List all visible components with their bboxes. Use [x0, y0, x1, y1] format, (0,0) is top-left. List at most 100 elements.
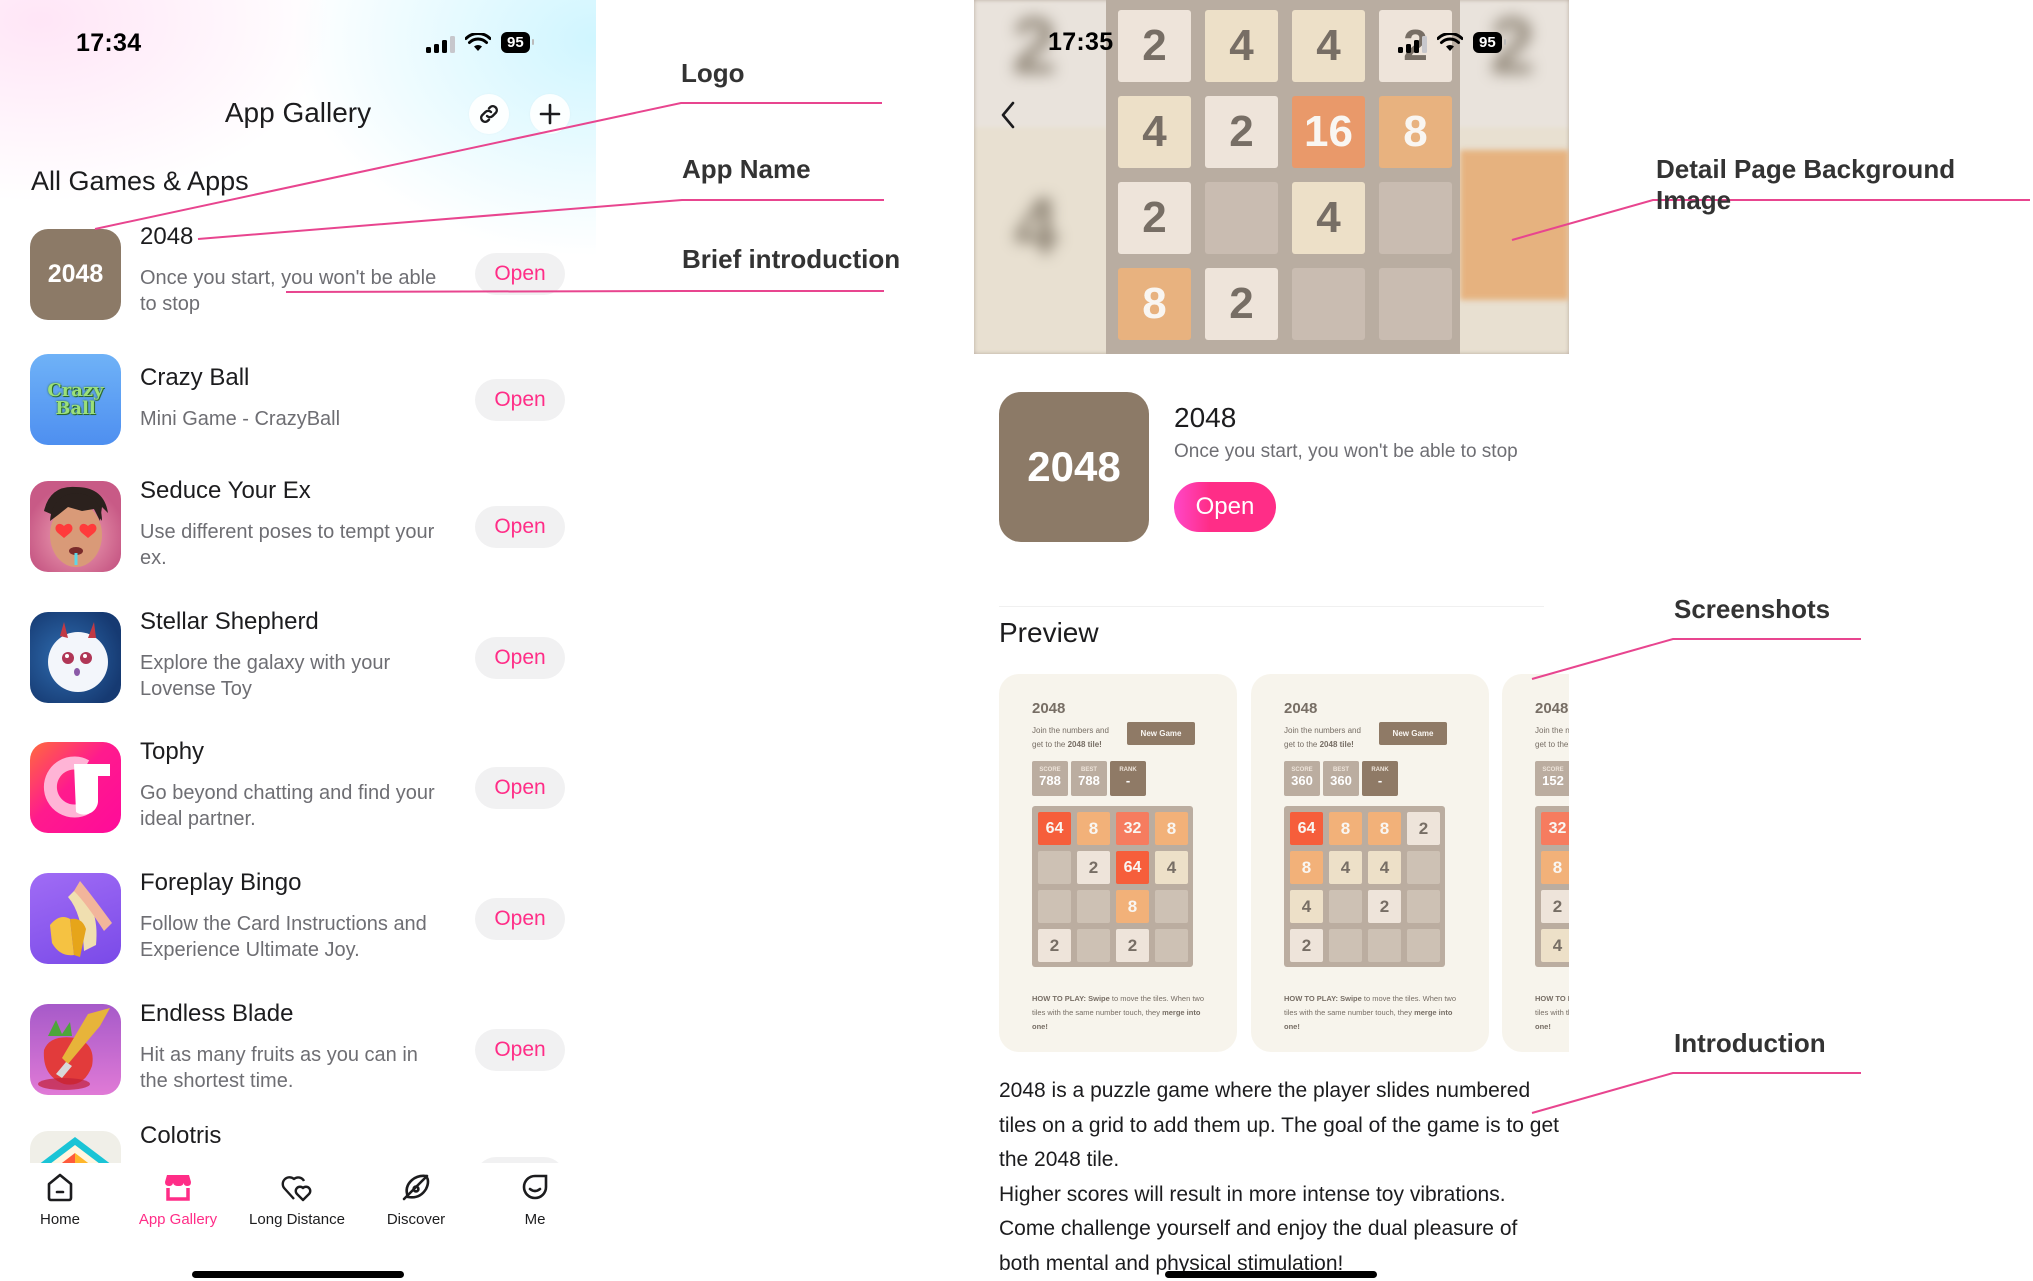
app-logo: 2048 [999, 392, 1149, 542]
tab-me[interactable]: Me [475, 1171, 595, 1228]
intro-paragraph: Higher scores will result in more intens… [999, 1182, 1518, 1275]
seduce-your-ex-logo-icon [30, 481, 121, 572]
store-icon [165, 1175, 191, 1201]
board-tile: 4 [1205, 10, 1278, 82]
list-item[interactable]: Crazy Ball Crazy Ball Mini Game - CrazyBa… [0, 354, 596, 474]
open-button[interactable]: Open [475, 253, 565, 295]
screenshot-card[interactable]: 2048 Join the numbers and get to the 204… [999, 674, 1237, 1052]
open-button[interactable]: Open [475, 637, 565, 679]
board-tile [1379, 268, 1452, 340]
best-box: BEST 360 [1323, 761, 1359, 796]
me-icon [522, 1174, 548, 1200]
board-tile [1379, 182, 1452, 254]
tab-app-gallery[interactable]: App Gallery [118, 1171, 238, 1228]
app-description: Go beyond chatting and find your ideal p… [140, 782, 435, 830]
2048-logo-icon: 2048 [30, 229, 121, 320]
list-item[interactable]: 2048 2048 Once you start, you won't be a… [0, 223, 596, 349]
screenshot-board: 64 8 8 2 8 4 4 4 2 2 [1284, 806, 1445, 967]
screenshot-title: 2048 [1284, 700, 1318, 717]
rank-value: - [1377, 773, 1383, 788]
score-value: 360 [1291, 773, 1313, 788]
howto-bold: Swipe [1340, 994, 1362, 1003]
introduction: 2048 is a puzzle game where the player s… [999, 1074, 1559, 1281]
open-button[interactable]: Open [475, 1029, 565, 1071]
screenshot-subtitle: Join the numbers and get to the 2048 til… [1284, 724, 1374, 752]
best-value: 360 [1330, 773, 1352, 788]
board-tile: 8 [1155, 812, 1188, 845]
screenshot-carousel[interactable]: 2048 Join the numbers and get to the 204… [999, 674, 1569, 1054]
score-value: 788 [1039, 773, 1061, 788]
open-button[interactable]: Open [475, 379, 565, 421]
annotation-line-screenshots [1531, 638, 1861, 680]
battery-icon: 95 [501, 32, 534, 53]
open-button[interactable]: Open [475, 767, 565, 809]
rank-value: - [1125, 773, 1131, 788]
board-tile: 2 [1290, 929, 1323, 962]
status-time: 17:34 [76, 29, 142, 57]
list-item[interactable]: Foreplay Bingo Follow the Card Instructi… [0, 869, 596, 993]
app-detail-screen: 2 4 2 2442421682482 17:35 95 2048 2048 O… [974, 0, 1569, 1281]
app-name: Tophy [140, 738, 205, 765]
screenshot-card[interactable]: 2048 Join the numbers and get to the 204… [1502, 674, 1569, 1052]
tab-long-distance[interactable]: Long Distance [237, 1171, 357, 1228]
board-tile: 8 [1379, 96, 1452, 168]
logo-text: Crazy Ball [47, 379, 104, 419]
app-name: Foreplay Bingo [140, 869, 302, 896]
board-tile: 2 [1118, 182, 1191, 254]
share-link-button[interactable] [469, 94, 509, 134]
screenshot-card[interactable]: 2048 Join the numbers and get to the 204… [1251, 674, 1489, 1052]
list-item[interactable]: Colotris Open [0, 1126, 596, 1163]
tab-discover[interactable]: Discover [356, 1171, 476, 1228]
board-tile: 32 [1116, 812, 1149, 845]
app-name: Crazy Ball [140, 364, 250, 391]
board-tile: 4 [1541, 929, 1569, 962]
board-tile [1407, 890, 1440, 923]
howto-heading: HOW TO PLAY: [1535, 994, 1569, 1003]
wifi-icon [465, 32, 491, 51]
intro-paragraph: 2048 is a puzzle game where the player s… [999, 1079, 1559, 1171]
how-to-play: HOW TO PLAY: Swipe to move the tiles. Wh… [1032, 992, 1212, 1034]
app-gallery-screen: 17:34 95 App Gallery All Games & Apps 20… [0, 0, 596, 1281]
app-description: Once you start, you won't be able to sto… [1174, 441, 1518, 462]
open-button[interactable]: Open [475, 898, 565, 940]
board-tile: 16 [1292, 96, 1365, 168]
board-tile [1038, 890, 1071, 923]
foreplay-bingo-logo-icon [30, 873, 121, 964]
best-value: 788 [1078, 773, 1100, 788]
wifi-icon [1437, 32, 1463, 51]
board-tile: 4 [1292, 10, 1365, 82]
board-tile [1155, 929, 1188, 962]
board-tile [1407, 851, 1440, 884]
crazy-ball-logo-icon: Crazy Ball [30, 354, 121, 445]
tophy-logo-icon [30, 742, 121, 833]
board-tile [1205, 182, 1278, 254]
annotation-label-screenshots: Screenshots [1674, 594, 1831, 624]
list-item[interactable]: Stellar Shepherd Explore the galaxy with… [0, 608, 596, 732]
list-item[interactable]: Endless Blade Hit as many fruits as you … [0, 1000, 596, 1124]
board-tile: 2 [1116, 929, 1149, 962]
list-item[interactable]: Tophy Go beyond chatting and find your i… [0, 738, 596, 862]
colotris-glyph [40, 1137, 110, 1163]
tab-label: Long Distance [249, 1211, 345, 1228]
home-indicator [192, 1271, 404, 1278]
tab-home[interactable]: Home [0, 1171, 120, 1228]
game-board-image: 2442421682482 [1106, 0, 1460, 354]
status-icons: 95 [1398, 32, 1506, 53]
tab-label: Me [524, 1211, 546, 1228]
board-tile: 4 [1118, 96, 1191, 168]
board-tile [1077, 890, 1110, 923]
open-button[interactable]: Open [1174, 482, 1276, 532]
subtitle-bold: 2048 tile! [1319, 740, 1354, 749]
open-button[interactable]: Open [475, 506, 565, 548]
home-indicator [1165, 1271, 1377, 1278]
logo-text: 2048 [47, 260, 104, 288]
endless-blade-logo-icon [30, 1004, 121, 1095]
board-tile: 8 [1541, 851, 1569, 884]
app-name: Seduce Your Ex [140, 477, 311, 504]
subtitle-bold: 2048 tile! [1067, 740, 1102, 749]
list-item[interactable]: Seduce Your Ex Use different poses to te… [0, 477, 596, 601]
add-button[interactable] [530, 94, 570, 134]
board-tile: 8 [1329, 812, 1362, 845]
board-tile [1368, 929, 1401, 962]
back-button[interactable] [992, 98, 1026, 132]
